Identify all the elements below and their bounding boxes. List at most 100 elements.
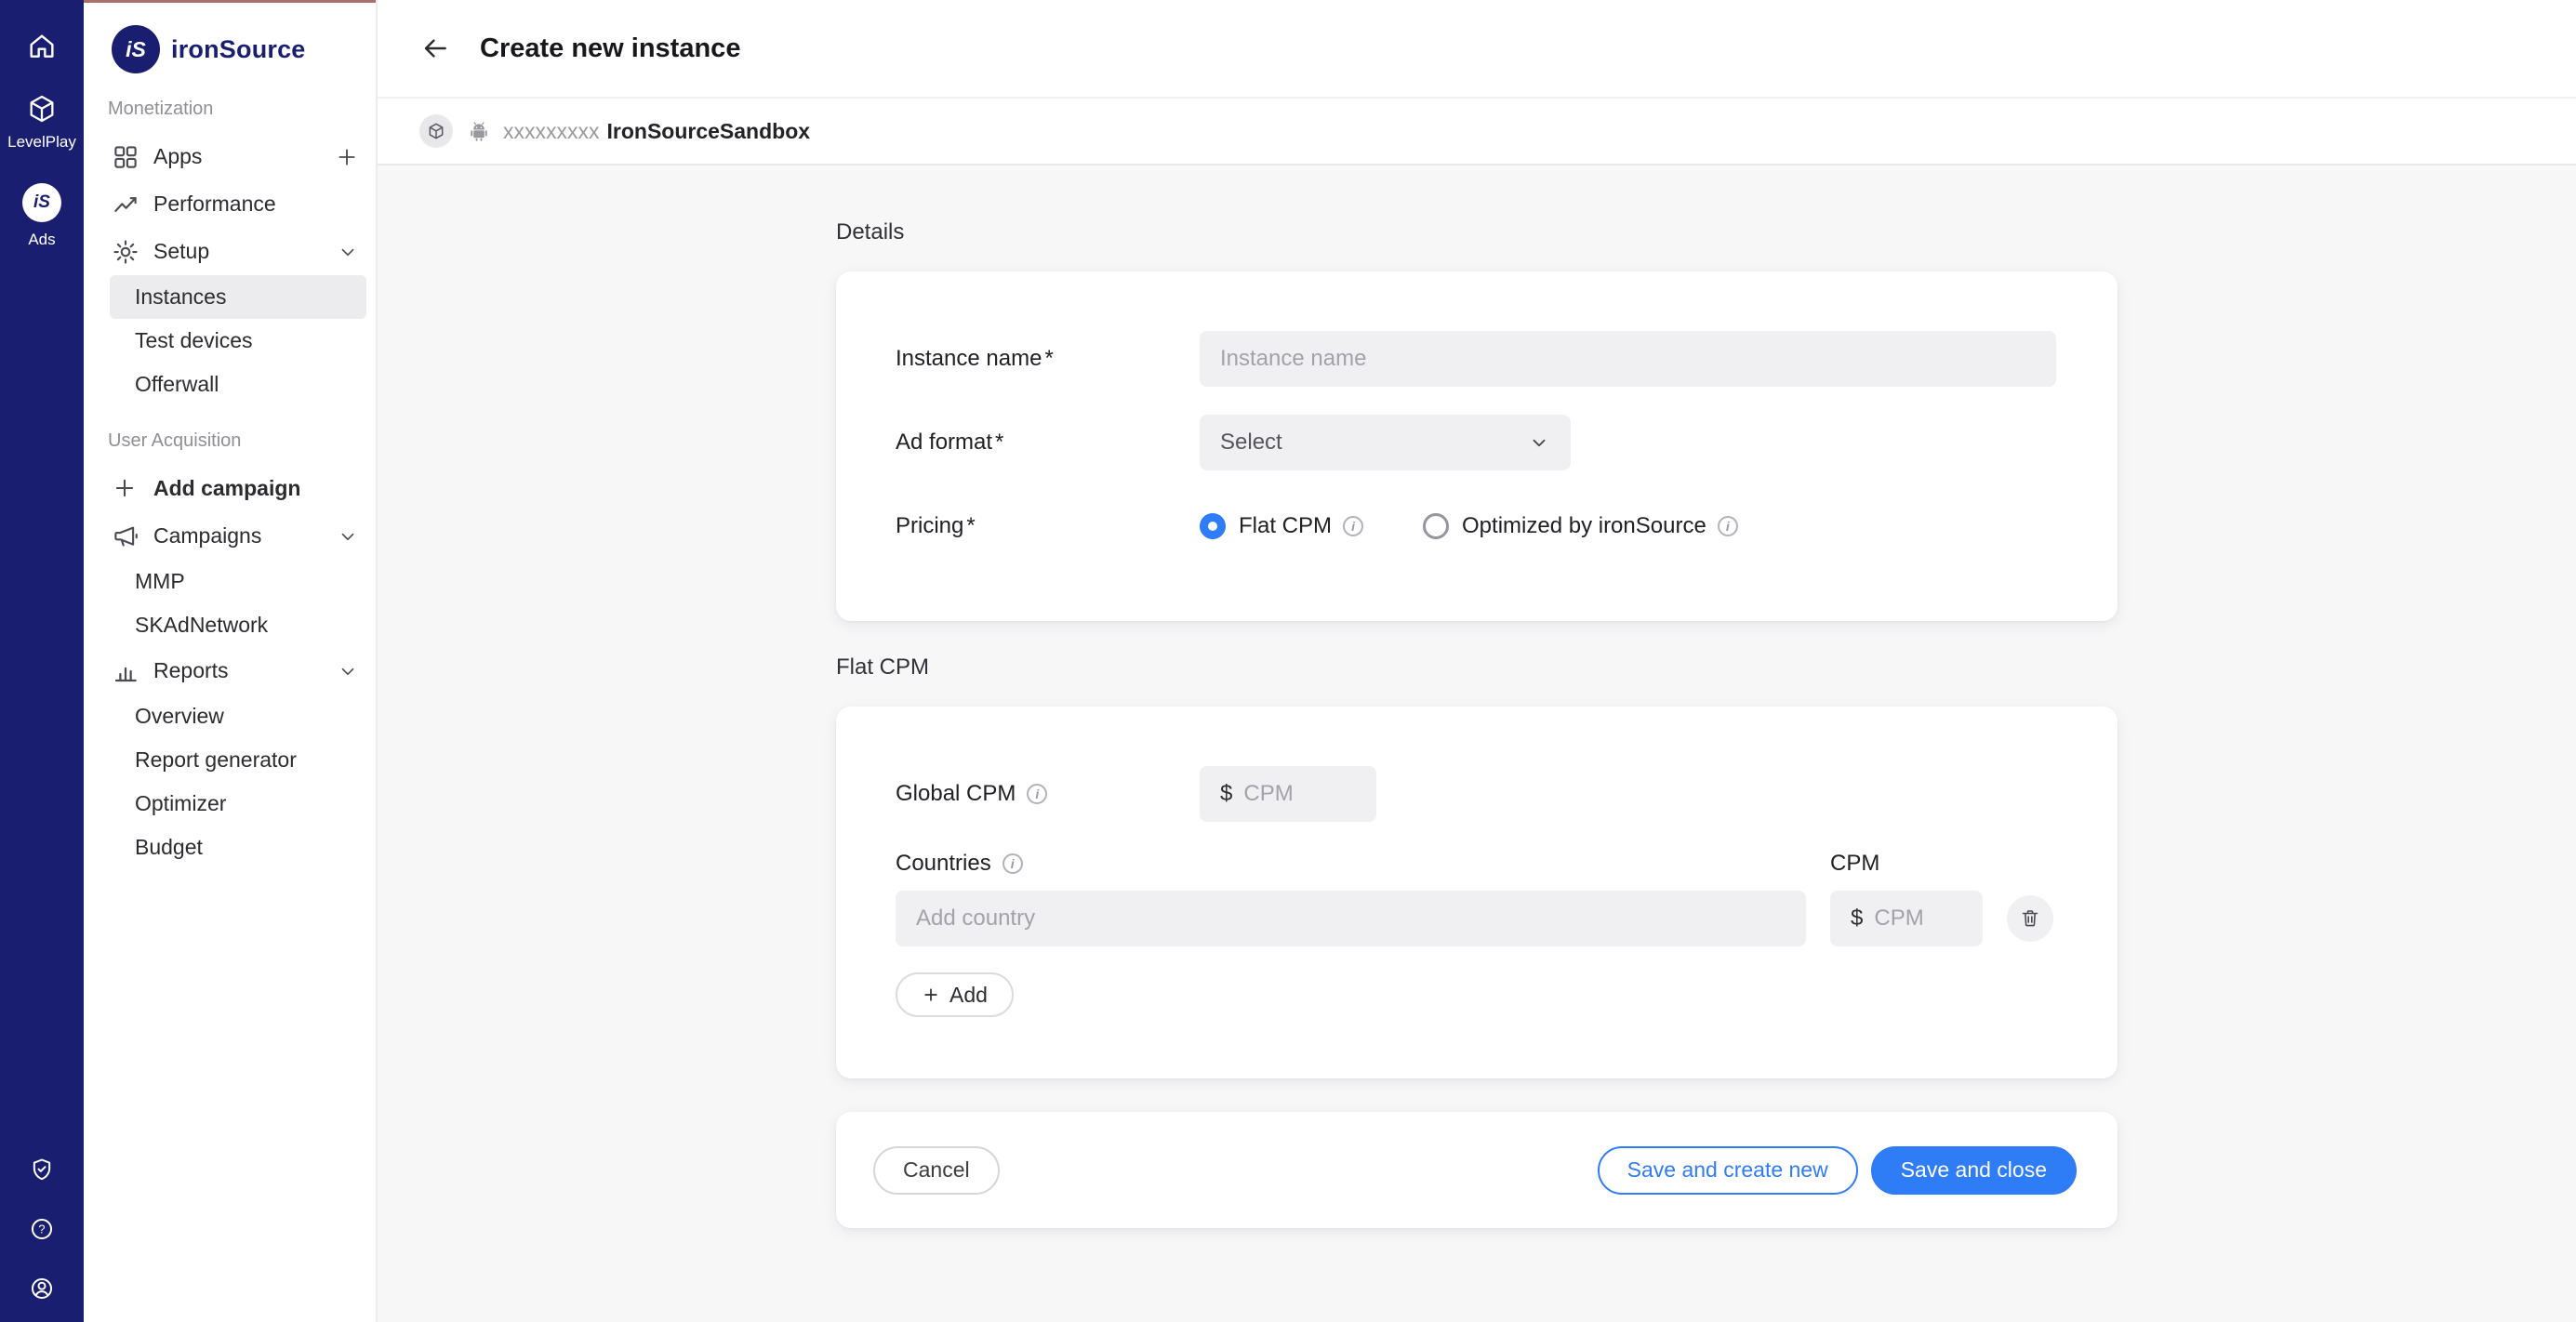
sidebar-item-add-campaign[interactable]: Add campaign xyxy=(84,465,376,512)
sidebar-item-optimizer[interactable]: Optimizer xyxy=(110,782,366,826)
rail-item-privacy[interactable] xyxy=(29,1157,55,1183)
radio-checked-icon[interactable] xyxy=(1200,513,1226,539)
info-icon[interactable]: i xyxy=(1343,516,1363,536)
app-rail: LevelPlay iS Ads ? xyxy=(0,0,84,1322)
sidebar-budget-label: Budget xyxy=(135,835,203,860)
trash-icon xyxy=(2019,907,2041,930)
countries-header-row: Countries i CPM xyxy=(896,850,2058,878)
delete-row-button[interactable] xyxy=(2007,895,2053,942)
details-card: Instance name* Ad format* Select xyxy=(836,271,2118,621)
info-icon[interactable]: i xyxy=(1027,784,1047,804)
ironsource-logo-icon: iS xyxy=(112,25,160,73)
sidebar-item-campaigns[interactable]: Campaigns xyxy=(84,512,376,560)
rail-item-levelplay[interactable]: LevelPlay xyxy=(7,93,76,152)
required-mark: * xyxy=(1044,346,1053,372)
pricing-radio-group: Flat CPM i Optimized by ironSource i xyxy=(1200,513,1798,539)
sidebar-optimizer-label: Optimizer xyxy=(135,791,226,816)
sidebar-item-skadnetwork[interactable]: SKAdNetwork xyxy=(110,603,366,647)
rail-ads-label: Ads xyxy=(28,231,55,249)
optimized-radio-option[interactable]: Optimized by ironSource i xyxy=(1423,513,1738,539)
cpm-column-label: CPM xyxy=(1830,851,1983,877)
sidebar-item-offerwall[interactable]: Offerwall xyxy=(110,363,366,406)
sidebar-offerwall-label: Offerwall xyxy=(135,372,219,397)
rail-levelplay-label: LevelPlay xyxy=(7,133,76,152)
save-and-close-button[interactable]: Save and close xyxy=(1871,1146,2077,1195)
info-icon[interactable]: i xyxy=(1003,853,1023,874)
sidebar-item-report-generator[interactable]: Report generator xyxy=(110,738,366,782)
pricing-label: Pricing* xyxy=(896,513,1200,539)
add-country-field[interactable] xyxy=(896,891,1806,946)
save-and-create-new-button[interactable]: Save and create new xyxy=(1598,1146,1858,1195)
gear-icon xyxy=(112,238,139,266)
country-cpm-input[interactable] xyxy=(1874,906,1962,932)
ads-is-icon: iS xyxy=(22,183,61,222)
back-button[interactable] xyxy=(415,28,456,69)
global-cpm-field[interactable]: $ xyxy=(1200,766,1376,822)
brand[interactable]: iS ironSource xyxy=(84,24,376,74)
add-country-input[interactable] xyxy=(916,906,1786,932)
sidebar-reports-label: Reports xyxy=(153,658,229,683)
section-label-user-acquisition: User Acquisition xyxy=(84,430,376,452)
sidebar-skadnetwork-label: SKAdNetwork xyxy=(135,613,268,638)
instance-name-input[interactable] xyxy=(1220,346,2036,372)
flat-cpm-section-title: Flat CPM xyxy=(836,654,2118,681)
rail-item-home[interactable] xyxy=(27,32,57,61)
page-header: Create new instance xyxy=(378,0,2576,99)
actions-right-group: Save and create new Save and close xyxy=(1598,1146,2077,1195)
instance-name-row: Instance name* xyxy=(896,331,2058,387)
add-country-row-button[interactable]: Add xyxy=(896,972,1014,1017)
plus-icon xyxy=(922,985,940,1004)
radio-unchecked-icon[interactable] xyxy=(1423,513,1449,539)
sidebar-item-reports[interactable]: Reports xyxy=(84,647,376,694)
android-icon xyxy=(468,120,490,142)
flat-cpm-radio-option[interactable]: Flat CPM i xyxy=(1200,513,1363,539)
rail-item-account[interactable] xyxy=(29,1276,55,1302)
grid-icon xyxy=(112,143,139,171)
add-app-icon[interactable] xyxy=(335,145,359,169)
instance-name-field[interactable] xyxy=(1200,331,2056,387)
sidebar-add-campaign-label: Add campaign xyxy=(153,476,300,501)
sidebar-overview-label: Overview xyxy=(135,704,224,729)
cancel-button[interactable]: Cancel xyxy=(873,1146,1000,1195)
country-cpm-row: $ xyxy=(896,891,2058,946)
sidebar-item-setup[interactable]: Setup xyxy=(84,228,376,275)
ad-format-select[interactable]: Select xyxy=(1200,415,1571,470)
countries-label: Countries i xyxy=(896,851,1806,877)
help-icon: ? xyxy=(29,1216,55,1242)
main-area: Create new instance xxxxxxxxxIronSourceS… xyxy=(378,0,2576,1322)
sidebar-item-apps[interactable]: Apps xyxy=(84,133,376,180)
sidebar-item-performance[interactable]: Performance xyxy=(84,180,376,228)
sidebar-setup-label: Setup xyxy=(153,239,209,264)
info-icon[interactable]: i xyxy=(1718,516,1738,536)
chevron-down-icon xyxy=(1528,431,1550,454)
flat-cpm-option-label: Flat CPM xyxy=(1239,513,1332,539)
megaphone-icon xyxy=(112,522,139,550)
sidebar-item-mmp[interactable]: MMP xyxy=(110,560,366,603)
required-mark: * xyxy=(995,430,1003,456)
brand-name: ironSource xyxy=(171,35,306,64)
window-top-accent xyxy=(84,0,378,3)
content-scroll[interactable]: Details Instance name* Ad format* Sele xyxy=(378,165,2576,1322)
sidebar-item-instances[interactable]: Instances xyxy=(110,275,366,319)
ad-format-label: Ad format* xyxy=(896,430,1200,456)
sidebar-item-budget[interactable]: Budget xyxy=(110,826,366,869)
sidebar-item-overview[interactable]: Overview xyxy=(110,694,366,738)
sidebar-performance-label: Performance xyxy=(153,192,276,217)
global-cpm-label: Global CPM i xyxy=(896,781,1200,807)
sidebar-item-test-devices[interactable]: Test devices xyxy=(110,319,366,363)
levelplay-cube-icon xyxy=(26,93,58,125)
app-name: IronSourceSandbox xyxy=(607,119,811,143)
sidebar-test-devices-label: Test devices xyxy=(135,328,253,353)
chevron-down-icon xyxy=(337,525,359,548)
country-cpm-field[interactable]: $ xyxy=(1830,891,1983,946)
global-cpm-row: Global CPM i $ xyxy=(896,766,2058,822)
ad-format-value: Select xyxy=(1220,430,1282,456)
add-button-label: Add xyxy=(949,983,988,1008)
actions-card: Cancel Save and create new Save and clos… xyxy=(836,1112,2118,1228)
optimized-option-label: Optimized by ironSource xyxy=(1462,513,1706,539)
sidebar-apps-label: Apps xyxy=(153,144,202,169)
rail-item-help[interactable]: ? xyxy=(29,1216,55,1242)
global-cpm-input[interactable] xyxy=(1243,781,1356,807)
rail-item-ads[interactable]: iS Ads xyxy=(22,183,61,249)
app-identifier: xxxxxxxxxIronSourceSandbox xyxy=(503,119,810,144)
